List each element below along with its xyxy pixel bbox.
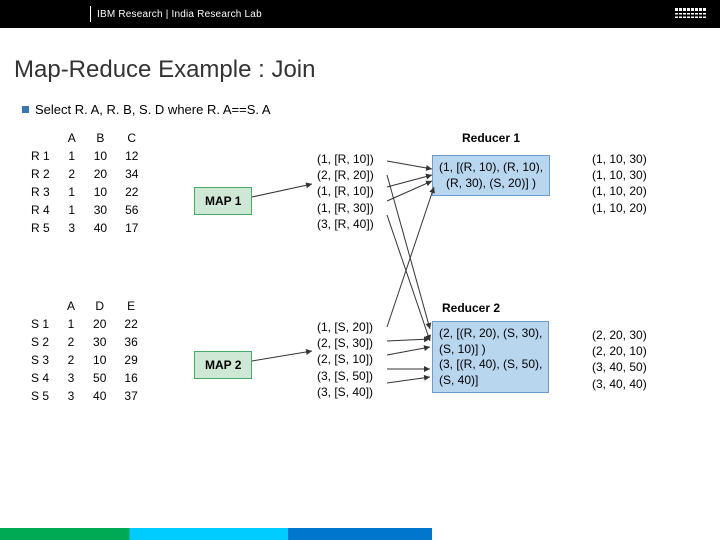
- cell: 29: [115, 351, 146, 369]
- table-r: ABCR 111012R 222034R 311022R 413056R 534…: [22, 129, 147, 237]
- cell: 2: [58, 351, 84, 369]
- cell: 3: [59, 219, 85, 237]
- cell: R 5: [22, 219, 59, 237]
- cell: 37: [115, 387, 146, 405]
- col-header: A: [59, 129, 85, 147]
- table-row: S 534037: [22, 387, 147, 405]
- cell: 36: [115, 333, 146, 351]
- table-s: ADES 112022S 223036S 321029S 435016S 534…: [22, 297, 147, 405]
- cell: 17: [116, 219, 147, 237]
- cell: 16: [115, 369, 146, 387]
- footer-stripe: [0, 528, 720, 540]
- col-header: [22, 297, 58, 315]
- table-row: R 111012: [22, 147, 147, 165]
- map1-box: MAP 1: [194, 187, 252, 215]
- map2-output: (1, [S, 20]) (2, [S, 30]) (2, [S, 10]) (…: [317, 319, 373, 400]
- cell: 40: [85, 219, 116, 237]
- table-row: S 223036: [22, 333, 147, 351]
- brand-text: IBM Research | India Research Lab: [97, 9, 262, 20]
- slide-title: Map-Reduce Example : Join: [0, 28, 720, 92]
- cell: 20: [85, 165, 116, 183]
- cell: 56: [116, 201, 147, 219]
- slide-body: Select R. A, R. B, S. D where R. A==S. A…: [0, 92, 720, 509]
- col-header: E: [115, 297, 146, 315]
- cell: 10: [85, 147, 116, 165]
- reducer1-input: (1, [(R, 10), (R, 10), (R, 30), (S, 20)]…: [432, 155, 550, 196]
- table-row: R 311022: [22, 183, 147, 201]
- cell: 10: [84, 351, 115, 369]
- cell: 30: [85, 201, 116, 219]
- cell: 2: [59, 165, 85, 183]
- reducer2-label: Reducer 2: [442, 301, 500, 315]
- ibm-logo-icon: [675, 8, 706, 20]
- cell: 40: [84, 387, 115, 405]
- diagram: ABCR 111012R 222034R 311022R 413056R 534…: [22, 129, 710, 509]
- reducer2-input: (2, [(R, 20), (S, 30), (S, 10)] ) (3, [(…: [432, 321, 549, 393]
- col-header: B: [85, 129, 116, 147]
- cell: 20: [84, 315, 115, 333]
- cell: 12: [116, 147, 147, 165]
- cell: 3: [58, 369, 84, 387]
- cell: S 3: [22, 351, 58, 369]
- cell: S 1: [22, 315, 58, 333]
- cell: 3: [58, 387, 84, 405]
- table-row: R 413056: [22, 201, 147, 219]
- cell: R 4: [22, 201, 59, 219]
- header-left: IBM Research | India Research Lab: [0, 6, 262, 22]
- cell: S 5: [22, 387, 58, 405]
- cell: 1: [59, 147, 85, 165]
- col-header: A: [58, 297, 84, 315]
- table-row: R 534017: [22, 219, 147, 237]
- table-row: S 321029: [22, 351, 147, 369]
- cell: R 3: [22, 183, 59, 201]
- table-row: S 435016: [22, 369, 147, 387]
- cell: 1: [59, 183, 85, 201]
- cell: 10: [85, 183, 116, 201]
- table-row: S 112022: [22, 315, 147, 333]
- cell: 50: [84, 369, 115, 387]
- map2-box: MAP 2: [194, 351, 252, 379]
- cell: S 2: [22, 333, 58, 351]
- query-line: Select R. A, R. B, S. D where R. A==S. A: [22, 102, 710, 117]
- cell: 22: [116, 183, 147, 201]
- output2: (2, 20, 30) (2, 20, 10) (3, 40, 50) (3, …: [592, 327, 647, 392]
- cell: S 4: [22, 369, 58, 387]
- col-header: C: [116, 129, 147, 147]
- reducer1-label: Reducer 1: [462, 131, 520, 145]
- map1-output: (1, [R, 10]) (2, [R, 20]) (1, [R, 10]) (…: [317, 151, 374, 232]
- cell: 1: [58, 315, 84, 333]
- cell: R 1: [22, 147, 59, 165]
- col-header: [22, 129, 59, 147]
- col-header: D: [84, 297, 115, 315]
- header: IBM Research | India Research Lab: [0, 0, 720, 28]
- query-text: Select R. A, R. B, S. D where R. A==S. A: [35, 102, 271, 117]
- cell: 2: [58, 333, 84, 351]
- cell: R 2: [22, 165, 59, 183]
- cell: 1: [59, 201, 85, 219]
- output1: (1, 10, 30) (1, 10, 30) (1, 10, 20) (1, …: [592, 151, 647, 216]
- cell: 34: [116, 165, 147, 183]
- table-row: R 222034: [22, 165, 147, 183]
- cell: 22: [115, 315, 146, 333]
- cell: 30: [84, 333, 115, 351]
- header-divider: [90, 6, 91, 22]
- bullet-icon: [22, 106, 29, 113]
